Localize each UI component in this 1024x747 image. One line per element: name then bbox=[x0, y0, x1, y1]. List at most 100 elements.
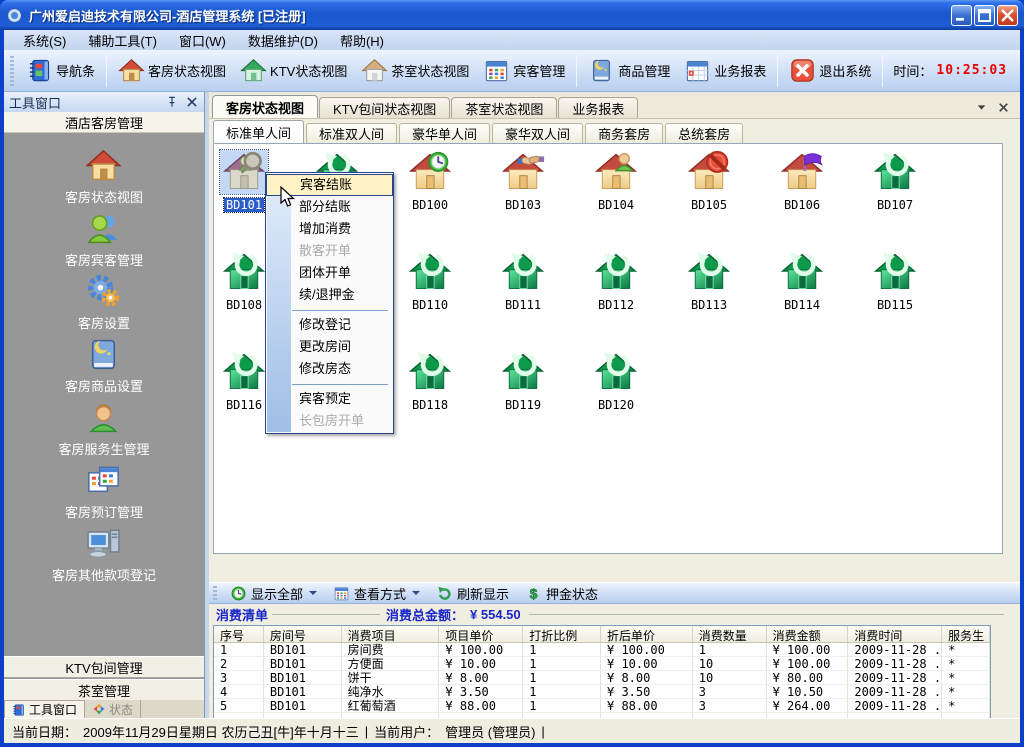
clock-display: 时间：10:25:03 bbox=[887, 61, 1007, 80]
sidebar-tab[interactable]: 状态 bbox=[85, 700, 141, 718]
toolbar-button[interactable]: 导航条 bbox=[19, 55, 102, 86]
toolbar-button[interactable]: 客房状态视图 bbox=[111, 55, 233, 86]
sidebar-item[interactable]: 客房服务生管理 bbox=[58, 399, 149, 462]
column-header[interactable]: 消费项目 bbox=[342, 626, 440, 642]
menu-item[interactable]: 窗口(W) bbox=[168, 30, 237, 51]
sidebar-item[interactable]: 客房宾客管理 bbox=[65, 210, 143, 273]
sidebar-item-ktv-mgmt[interactable]: KTV包间管理 bbox=[4, 656, 204, 678]
column-header[interactable]: 项目单价 bbox=[439, 626, 523, 642]
room-type-tab[interactable]: 豪华双人间 bbox=[492, 123, 583, 143]
context-menu-item[interactable]: 更改房间 bbox=[266, 336, 393, 358]
room-cell[interactable]: BD120 bbox=[570, 350, 662, 414]
menu-item[interactable]: 系统(S) bbox=[12, 30, 77, 51]
room-cell[interactable]: BD110 bbox=[384, 250, 476, 314]
toolbar-button[interactable]: KTV状态视图 bbox=[233, 55, 354, 86]
room-guest-icon bbox=[592, 150, 640, 194]
column-header[interactable]: 消费金额 bbox=[767, 626, 849, 642]
sidebar-item[interactable]: 客房预订管理 bbox=[65, 462, 143, 525]
menu-item[interactable]: 辅助工具(T) bbox=[77, 30, 168, 51]
status-separator: | bbox=[365, 724, 368, 739]
room-cell[interactable]: BD103 bbox=[477, 150, 569, 214]
room-occupied-icon bbox=[220, 150, 268, 194]
sidebar-item-tearoom-mgmt[interactable]: 茶室管理 bbox=[4, 679, 204, 701]
action-button-label: 显示全部 bbox=[251, 584, 303, 603]
column-header[interactable]: 折后单价 bbox=[601, 626, 693, 642]
action-button[interactable]: 刷新显示 bbox=[428, 583, 517, 604]
room-cell[interactable]: BD100 bbox=[384, 150, 476, 214]
sidebar-tab[interactable]: 工具窗口 bbox=[4, 700, 85, 718]
column-header[interactable]: 消费时间 bbox=[848, 626, 942, 642]
close-tab-icon[interactable] bbox=[997, 101, 1010, 114]
table-cell: 2009-11-28 ... bbox=[848, 685, 942, 699]
table-row[interactable]: 1BD101房间费¥ 100.001¥ 100.001¥ 100.002009-… bbox=[214, 643, 990, 657]
doc-tab[interactable]: 茶室状态视图 bbox=[451, 97, 557, 118]
column-header[interactable]: 序号 bbox=[214, 626, 264, 642]
room-type-tab[interactable]: 标准单人间 bbox=[213, 120, 304, 143]
sidebar-item[interactable]: 客房其他款项登记 bbox=[52, 525, 156, 588]
column-header[interactable]: 消费数量 bbox=[693, 626, 767, 642]
current-user-label: 当前用户： bbox=[374, 722, 439, 741]
column-header[interactable]: 打折比例 bbox=[523, 626, 601, 642]
toolbar-button[interactable]: 商品管理 bbox=[581, 55, 677, 86]
toolbar-button[interactable]: 业务报表 bbox=[677, 55, 773, 86]
action-button[interactable]: 查看方式 bbox=[325, 583, 428, 604]
context-menu-item[interactable]: 宾客预定 bbox=[266, 388, 393, 410]
column-header[interactable]: 服务生 bbox=[942, 626, 990, 642]
toolbar-button[interactable]: 宾客管理 bbox=[476, 55, 572, 86]
toolbar-button[interactable]: 茶室状态视图 bbox=[354, 55, 476, 86]
pin-icon[interactable] bbox=[165, 95, 179, 109]
toolbar-button[interactable]: 退出系统 bbox=[782, 55, 878, 86]
sidebar-item[interactable]: 客房设置 bbox=[78, 273, 130, 336]
column-header[interactable]: 房间号 bbox=[264, 626, 342, 642]
context-menu-item[interactable]: 续/退押金 bbox=[266, 284, 393, 306]
sidebar-item-label: 客房商品设置 bbox=[65, 376, 143, 395]
chevron-down-icon[interactable] bbox=[975, 101, 988, 114]
room-cell[interactable]: BD113 bbox=[663, 250, 755, 314]
table-cell: ¥ 264.00 bbox=[767, 699, 849, 713]
sidebar-item[interactable]: 客房商品设置 bbox=[65, 336, 143, 399]
room-cell[interactable]: BD105 bbox=[663, 150, 755, 214]
waiter-person-icon bbox=[85, 399, 122, 436]
room-type-tab[interactable]: 标准双人间 bbox=[306, 123, 397, 143]
room-cell[interactable]: BD107 bbox=[849, 150, 941, 214]
context-menu-item[interactable]: 修改登记 bbox=[266, 314, 393, 336]
room-label: BD101 bbox=[224, 198, 264, 212]
room-type-tab[interactable]: 总统套房 bbox=[665, 123, 743, 143]
table-cell: ¥ 88.00 bbox=[439, 699, 523, 713]
table-row[interactable]: 5BD101红葡萄酒¥ 88.001¥ 88.003¥ 264.002009-1… bbox=[214, 699, 990, 713]
menu-item[interactable]: 帮助(H) bbox=[329, 30, 395, 51]
room-cell[interactable]: BD104 bbox=[570, 150, 662, 214]
menu-item[interactable]: 数据维护(D) bbox=[237, 30, 329, 51]
toolbar-grip[interactable] bbox=[213, 586, 217, 600]
table-row[interactable]: 2BD101方便面¥ 10.001¥ 10.0010¥ 100.002009-1… bbox=[214, 657, 990, 671]
room-cell[interactable]: BD112 bbox=[570, 250, 662, 314]
room-cell[interactable]: BD115 bbox=[849, 250, 941, 314]
room-cell[interactable]: BD106 bbox=[756, 150, 848, 214]
room-cell[interactable]: BD114 bbox=[756, 250, 848, 314]
sidebar-group-header[interactable]: 酒店客房管理 bbox=[4, 112, 204, 133]
close-icon[interactable] bbox=[185, 95, 199, 109]
action-button[interactable]: 显示全部 bbox=[222, 583, 325, 604]
doc-tab[interactable]: 客房状态视图 bbox=[212, 95, 318, 118]
sidebar-item[interactable]: 客房状态视图 bbox=[65, 147, 143, 210]
room-vacant-icon bbox=[499, 250, 547, 294]
room-type-tab-bar: 标准单人间标准双人间豪华单人间豪华双人间商务套房总统套房 bbox=[213, 121, 745, 143]
table-row[interactable]: 3BD101饼干¥ 8.001¥ 8.0010¥ 80.002009-11-28… bbox=[214, 671, 990, 685]
room-cell[interactable]: BD118 bbox=[384, 350, 476, 414]
action-button[interactable]: $押金状态 bbox=[517, 583, 606, 604]
room-cell[interactable]: BD111 bbox=[477, 250, 569, 314]
context-menu-item[interactable]: 修改房态 bbox=[266, 358, 393, 380]
current-user-value: 管理员 (管理员) bbox=[445, 722, 535, 741]
minimize-button[interactable] bbox=[951, 5, 972, 26]
maximize-button[interactable] bbox=[974, 5, 995, 26]
context-menu-item[interactable]: 团体开单 bbox=[266, 262, 393, 284]
room-type-tab[interactable]: 豪华单人间 bbox=[399, 123, 490, 143]
table-row[interactable]: 4BD101纯净水¥ 3.501¥ 3.503¥ 10.502009-11-28… bbox=[214, 685, 990, 699]
room-cell[interactable]: BD119 bbox=[477, 350, 569, 414]
context-menu-item[interactable]: 增加消费 bbox=[266, 218, 393, 240]
toolbar-grip[interactable] bbox=[10, 56, 14, 86]
room-type-tab[interactable]: 商务套房 bbox=[585, 123, 663, 143]
doc-tab[interactable]: 业务报表 bbox=[558, 97, 638, 118]
doc-tab[interactable]: KTV包间状态视图 bbox=[319, 97, 450, 118]
close-button[interactable] bbox=[997, 5, 1018, 26]
